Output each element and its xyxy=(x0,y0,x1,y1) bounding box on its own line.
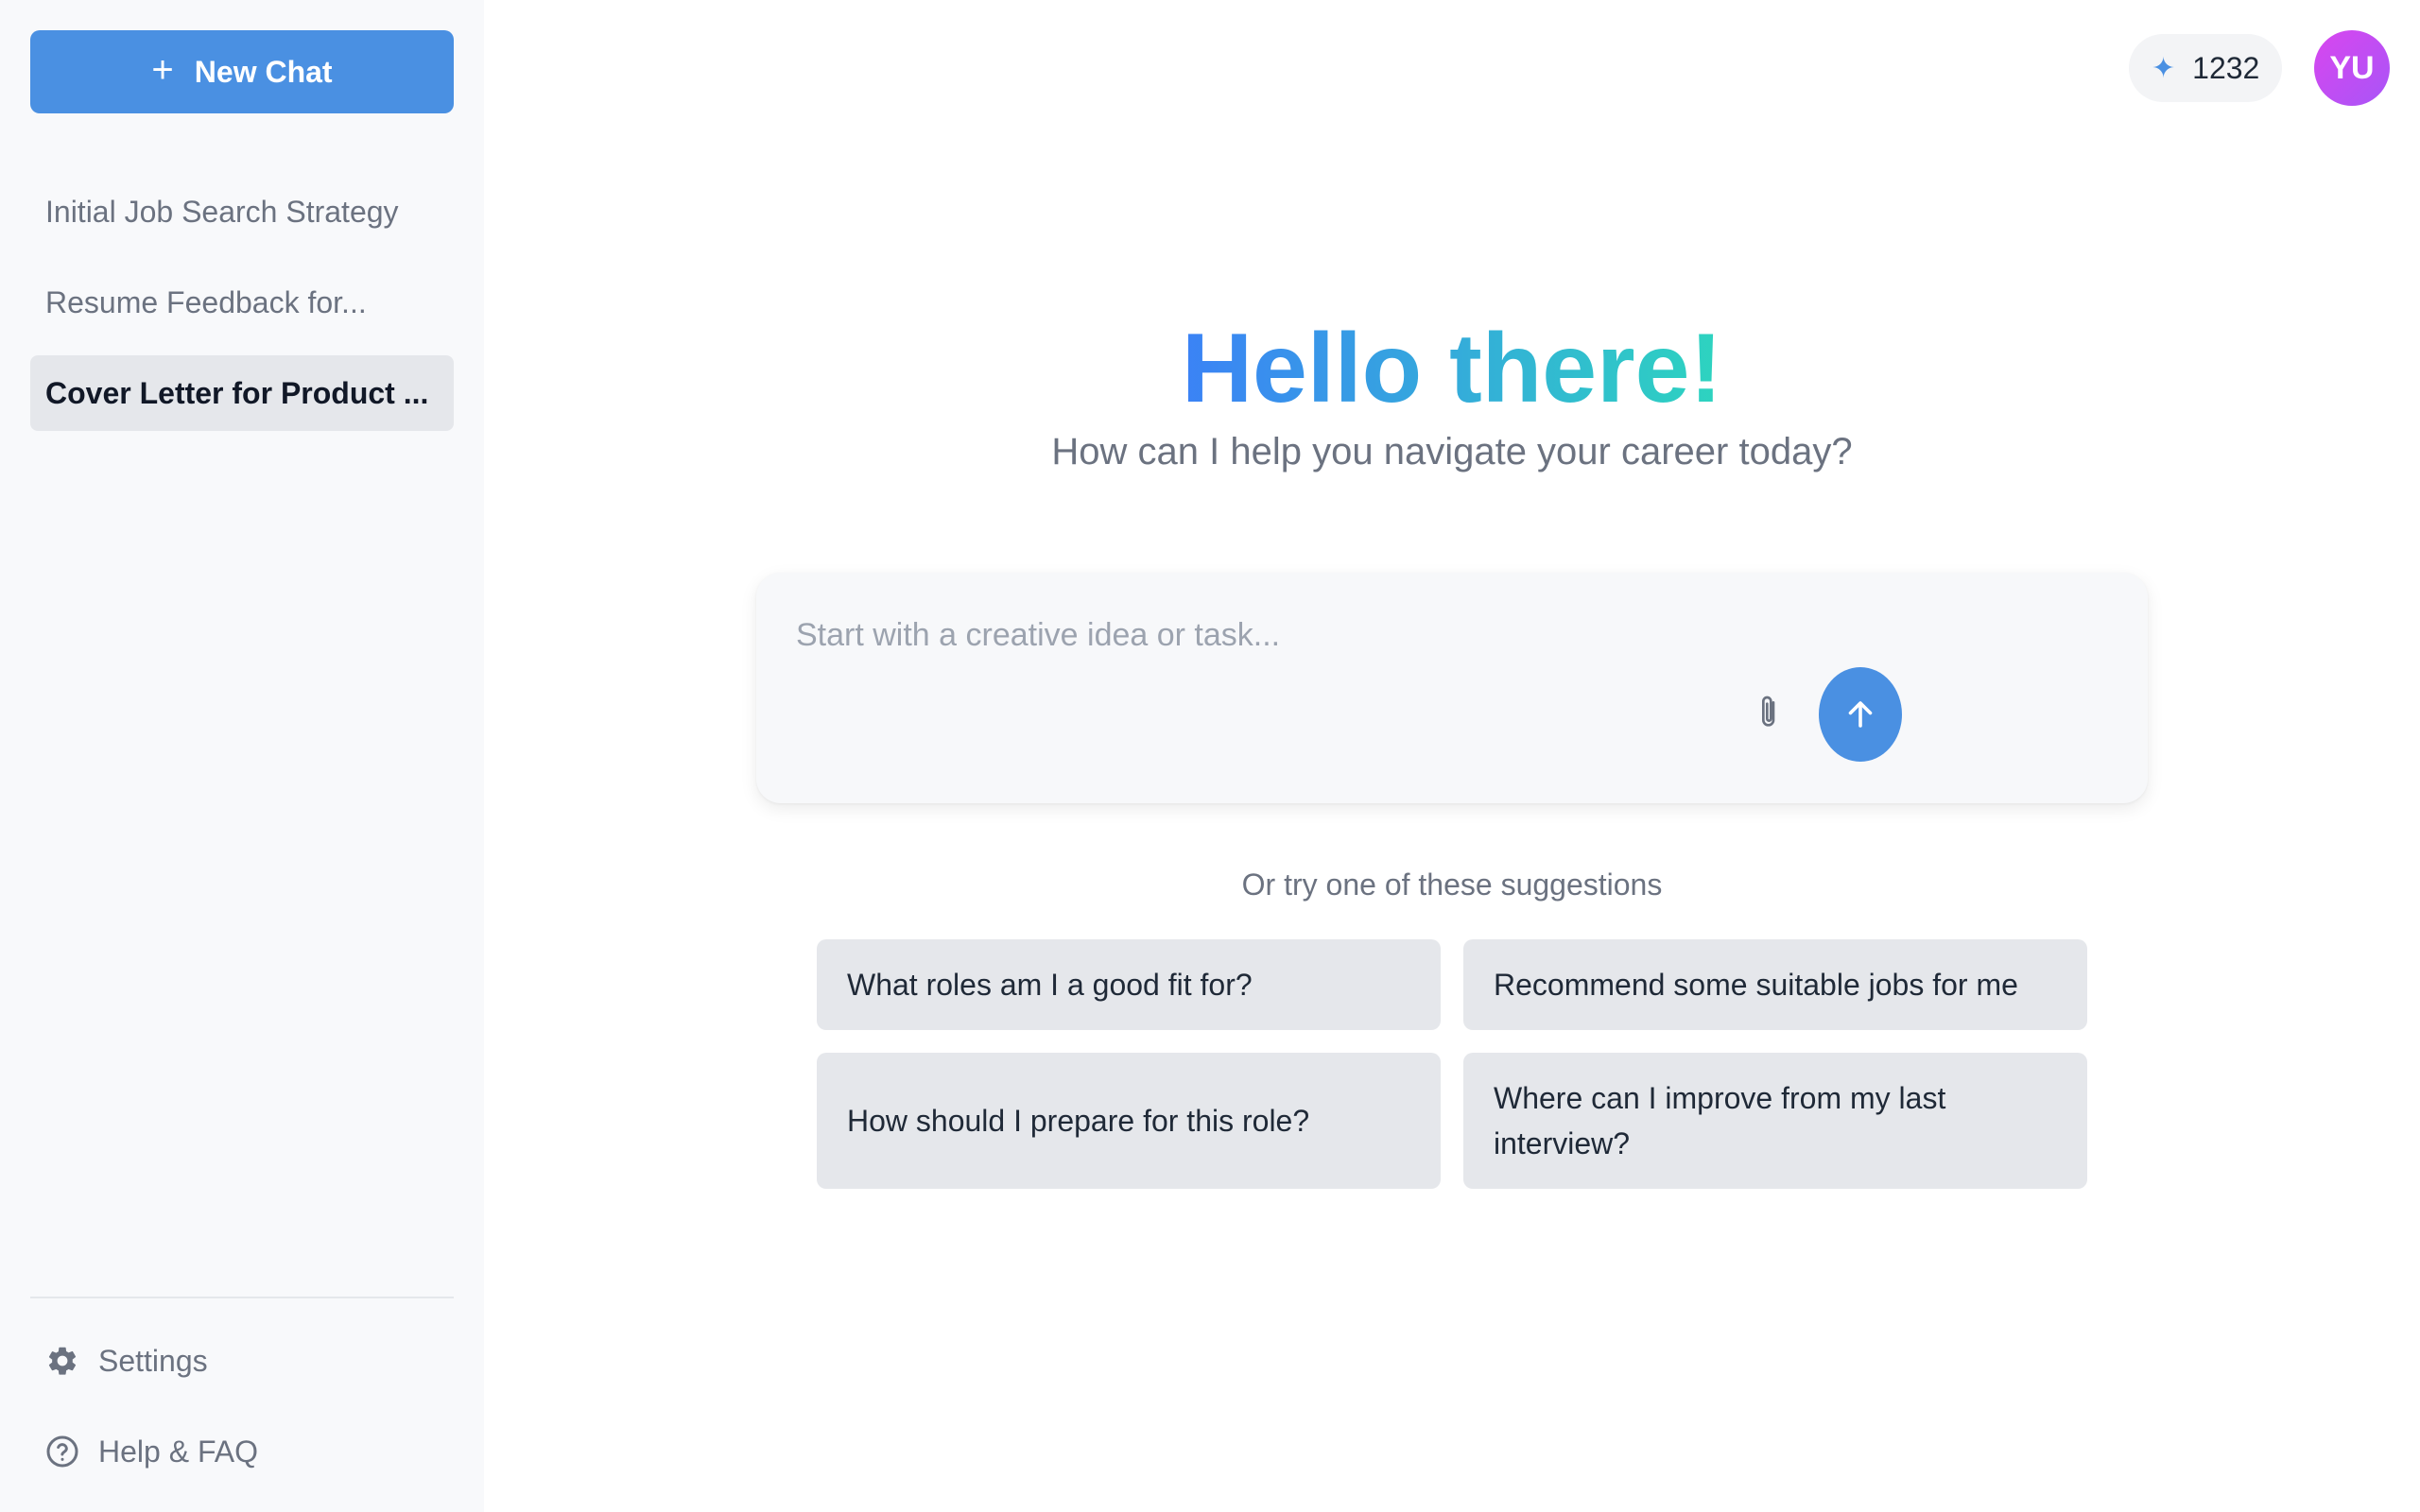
main-panel: ✦ 1232 YU Hello there! How can I help yo… xyxy=(484,0,2420,1512)
chat-input[interactable] xyxy=(794,607,1928,663)
history-item-label: Cover Letter for Product ... xyxy=(45,375,429,410)
suggestion-chip[interactable]: Recommend some suitable jobs for me xyxy=(1463,939,2087,1030)
sidebar: + New Chat Initial Job Search Strategy R… xyxy=(0,0,484,1512)
suggestion-chip[interactable]: How should I prepare for this role? xyxy=(817,1053,1441,1189)
suggestions-label: Or try one of these suggestions xyxy=(1241,868,1663,902)
suggestion-chip[interactable]: What roles am I a good fit for? xyxy=(817,939,1441,1030)
help-faq-link[interactable]: Help & FAQ xyxy=(30,1421,454,1482)
history-item-job-search[interactable]: Initial Job Search Strategy xyxy=(30,174,454,249)
hero-title: Hello there! xyxy=(484,312,2420,425)
arrow-up-icon xyxy=(1848,701,1873,728)
gear-icon xyxy=(45,1344,79,1378)
suggestion-chip[interactable]: Where can I improve from my last intervi… xyxy=(1463,1053,2087,1189)
send-button[interactable] xyxy=(1819,667,1902,762)
credits-count: 1232 xyxy=(2192,50,2260,85)
sparkle-icon: ✦ xyxy=(2152,52,2176,84)
new-chat-button[interactable]: + New Chat xyxy=(30,30,454,113)
plus-icon: + xyxy=(151,49,174,91)
new-chat-label: New Chat xyxy=(194,54,333,89)
sidebar-footer: Settings Help & FAQ xyxy=(30,1297,454,1512)
avatar-initials: YU xyxy=(2329,49,2375,86)
hero-title-text: Hello there! xyxy=(1181,314,1723,423)
history-item-label: Resume Feedback for... xyxy=(45,284,367,319)
credits-badge[interactable]: ✦ 1232 xyxy=(2129,34,2283,102)
chat-history-list: Initial Job Search Strategy Resume Feedb… xyxy=(30,174,454,446)
history-item-label: Initial Job Search Strategy xyxy=(45,194,399,229)
settings-label: Settings xyxy=(98,1343,208,1378)
question-circle-icon xyxy=(45,1435,79,1469)
paperclip-icon[interactable] xyxy=(1751,690,1789,735)
suggestions-grid: What roles am I a good fit for? Recommen… xyxy=(817,939,2087,1189)
settings-link[interactable]: Settings xyxy=(30,1331,454,1391)
hero-subtitle: How can I help you navigate your career … xyxy=(1051,431,1853,472)
help-faq-label: Help & FAQ xyxy=(98,1434,258,1469)
sidebar-divider xyxy=(30,1297,454,1298)
app-root: + New Chat Initial Job Search Strategy R… xyxy=(0,0,2420,1512)
avatar[interactable]: YU xyxy=(2314,30,2390,106)
history-item-cover-letter[interactable]: Cover Letter for Product ... xyxy=(30,355,454,431)
chat-composer xyxy=(756,573,2148,803)
history-item-resume-feedback[interactable]: Resume Feedback for... xyxy=(30,265,454,340)
